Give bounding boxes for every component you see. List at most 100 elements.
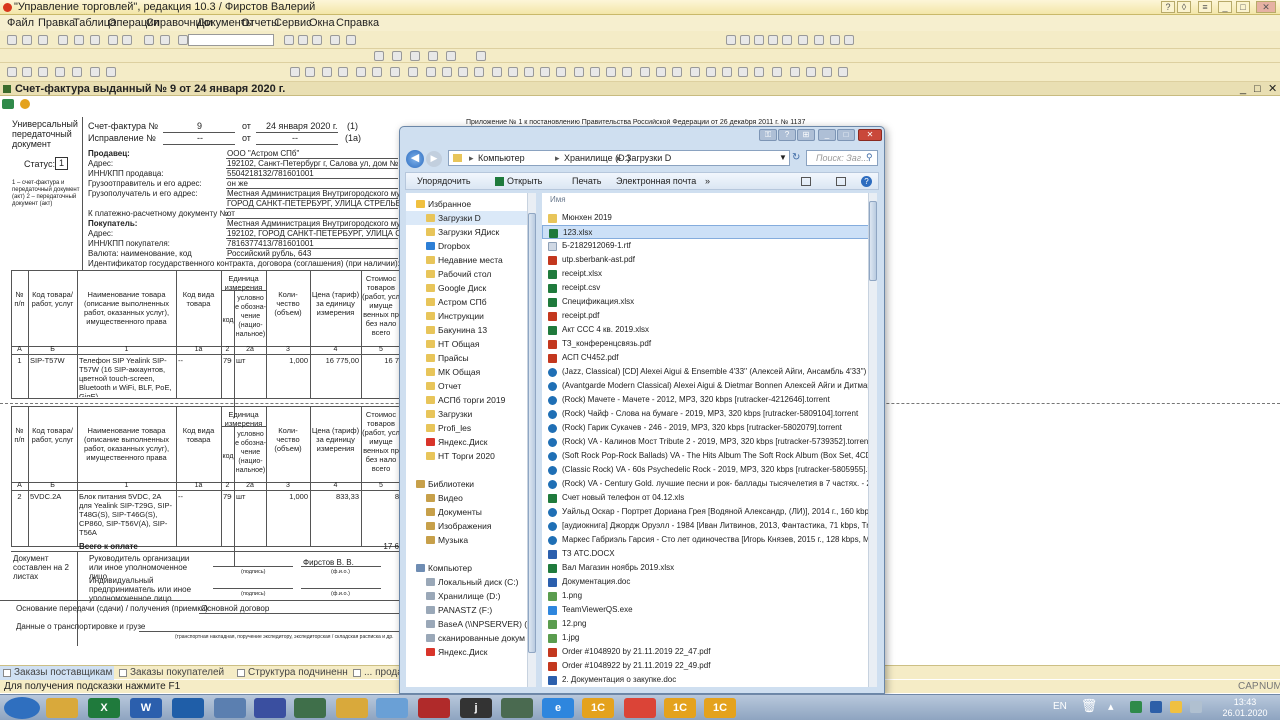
file-row[interactable]: (Rock) VA - Калинов Мост Tribute 2 - 201…	[542, 435, 872, 449]
tb1-tool-icon-3[interactable]	[58, 35, 68, 45]
tb3-tool-icon-15[interactable]	[426, 67, 436, 77]
tb3-tool-icon-12[interactable]	[372, 67, 382, 77]
tb2-tool-icon-3[interactable]	[428, 51, 438, 61]
taskbar-excel[interactable]: X	[88, 698, 120, 718]
tb3-tool-icon-7[interactable]	[290, 67, 300, 77]
tb3-tool-icon-3[interactable]	[55, 67, 65, 77]
breadcrumb-sep-icon[interactable]: ▸	[617, 151, 622, 165]
help-icon[interactable]: ?	[1161, 1, 1175, 13]
doc-maximize-icon[interactable]: □	[1254, 82, 1261, 96]
tb3-tool-icon-35[interactable]	[754, 67, 764, 77]
taskbar-1c-c[interactable]: 1С	[704, 698, 736, 718]
nav-item-14[interactable]: АСПб торги 2019	[406, 393, 528, 407]
menu-item-7[interactable]: Сервис	[274, 15, 312, 31]
minimize-icon[interactable]: _	[1218, 1, 1232, 13]
files-scroll-thumb[interactable]	[869, 201, 877, 281]
tb2-tool-icon-0[interactable]	[374, 51, 384, 61]
tb3-tool-icon-13[interactable]	[390, 67, 400, 77]
close-icon[interactable]: ✕	[1256, 1, 1276, 13]
nav-scroll-thumb[interactable]	[528, 213, 536, 653]
taskbar-chrome1[interactable]	[336, 698, 368, 718]
taskbar-chrome[interactable]	[624, 698, 656, 718]
menu-item-8[interactable]: Окна	[309, 15, 335, 31]
nav-item-18[interactable]: НТ Торги 2020	[406, 449, 528, 463]
tb3-tool-icon-16[interactable]	[442, 67, 452, 77]
nav-item-28[interactable]: Хранилище (D:)	[406, 589, 528, 603]
file-row[interactable]: utp.sberbank-ast.pdf	[542, 253, 872, 267]
tb3-tool-icon-17[interactable]	[458, 67, 468, 77]
clock[interactable]: 13:43 26.01.2020	[1216, 697, 1274, 719]
tb3-tool-icon-23[interactable]	[556, 67, 566, 77]
tb3-tool-icon-39[interactable]	[822, 67, 832, 77]
forward-icon[interactable]: ▶	[426, 151, 442, 167]
explorer-maximize-icon[interactable]: □	[837, 129, 855, 141]
tb1-tool-icon-20[interactable]	[782, 35, 792, 45]
nav-item-27[interactable]: Локальный диск (C:)	[406, 575, 528, 589]
nav-item-24[interactable]: Музыка	[406, 533, 528, 547]
tb2-tool-icon-1[interactable]	[392, 51, 402, 61]
nav-item-15[interactable]: Загрузки	[406, 407, 528, 421]
nav-item-16[interactable]: Profi_les	[406, 421, 528, 435]
tb1-tool-icon-0[interactable]	[7, 35, 17, 45]
file-row[interactable]: [аудиокнига] Джордж Оруэлл - 1984 [Иван …	[542, 519, 872, 533]
tb1-tool-icon-11[interactable]	[284, 35, 294, 45]
tb3-tool-icon-2[interactable]	[38, 67, 48, 77]
breadcrumb-sep-icon[interactable]: ▸	[469, 151, 474, 165]
file-row[interactable]: Спецификация.xlsx	[542, 295, 872, 309]
menu-item-0[interactable]: Файл	[7, 15, 34, 31]
tray-arrow-icon[interactable]: ▴	[1108, 700, 1122, 716]
explorer-toolbar-3[interactable]: Электронная почта	[616, 173, 696, 190]
address-bar[interactable]: Компьютер ▸ Хранилище (D:) ▸ Загрузки D ▸ ▼	[448, 150, 790, 166]
file-row[interactable]: Б-2182912069-1.rtf	[542, 239, 872, 253]
language-indicator[interactable]: EN	[1053, 701, 1067, 712]
tb3-tool-icon-10[interactable]	[338, 67, 348, 77]
tb1-tool-icon-19[interactable]	[768, 35, 778, 45]
window-tab-1[interactable]: Заказы покупателей	[116, 666, 232, 680]
explorer-toolbar-0[interactable]: Упорядочить	[417, 173, 471, 190]
refresh-icon[interactable]: ↻	[792, 150, 804, 166]
tb3-tool-icon-1[interactable]	[22, 67, 32, 77]
tray-app-icon[interactable]	[1130, 701, 1142, 713]
taskbar-outlook[interactable]	[172, 698, 204, 718]
print-icon[interactable]	[2, 99, 14, 109]
view-icon[interactable]	[801, 177, 811, 186]
maximize-icon[interactable]: □	[1236, 1, 1250, 13]
doc-minimize-icon[interactable]: _	[1240, 82, 1246, 96]
nav-item-26[interactable]: Компьютер	[406, 561, 528, 575]
info-icon[interactable]	[20, 99, 30, 109]
menu-item-9[interactable]: Справка	[336, 15, 379, 31]
nav-item-31[interactable]: сканированные докум	[406, 631, 528, 645]
tb3-tool-icon-5[interactable]	[90, 67, 100, 77]
toolbar-search-input[interactable]	[188, 34, 274, 46]
tb1-tool-icon-9[interactable]	[160, 35, 170, 45]
tb3-tool-icon-27[interactable]	[622, 67, 632, 77]
nav-item-7[interactable]: Астром СПб	[406, 295, 528, 309]
file-row[interactable]: Документация.doc	[542, 575, 872, 589]
taskbar-ie[interactable]: e	[542, 698, 574, 718]
nav-item-22[interactable]: Документы	[406, 505, 528, 519]
file-row[interactable]: Уайльд Оскар - Портрет Дориана Грея [Вод…	[542, 505, 872, 519]
tb3-tool-icon-4[interactable]	[72, 67, 82, 77]
tray-volume-icon[interactable]	[1190, 701, 1202, 713]
tb3-tool-icon-14[interactable]	[408, 67, 418, 77]
tb3-tool-icon-38[interactable]	[806, 67, 816, 77]
tb3-tool-icon-0[interactable]	[7, 67, 17, 77]
nav-item-17[interactable]: Яндекс.Диск	[406, 435, 528, 449]
tb3-tool-icon-32[interactable]	[706, 67, 716, 77]
file-row[interactable]: Акт ССС 4 кв. 2019.xlsx	[542, 323, 872, 337]
files-scrollbar[interactable]	[868, 193, 877, 687]
window-tab-2[interactable]: Структура подчиненности д...	[234, 666, 348, 680]
tb2-tool-icon-4[interactable]	[446, 51, 456, 61]
taskbar-explorer[interactable]	[46, 698, 78, 718]
tb3-tool-icon-8[interactable]	[305, 67, 315, 77]
doc-close-icon[interactable]: ✕	[1268, 82, 1277, 96]
file-row[interactable]: (Classic Rock) VA - 60s Psychedelic Rock…	[542, 463, 872, 477]
tb1-tool-icon-4[interactable]	[74, 35, 84, 45]
restore-icon[interactable]: ◊	[1177, 1, 1191, 13]
nav-item-9[interactable]: Бакунина 13	[406, 323, 528, 337]
nav-scrollbar[interactable]	[527, 193, 536, 687]
nav-item-11[interactable]: Прайсы	[406, 351, 528, 365]
start-button[interactable]	[4, 697, 40, 719]
tb1-tool-icon-16[interactable]	[726, 35, 736, 45]
tb1-tool-icon-1[interactable]	[22, 35, 32, 45]
